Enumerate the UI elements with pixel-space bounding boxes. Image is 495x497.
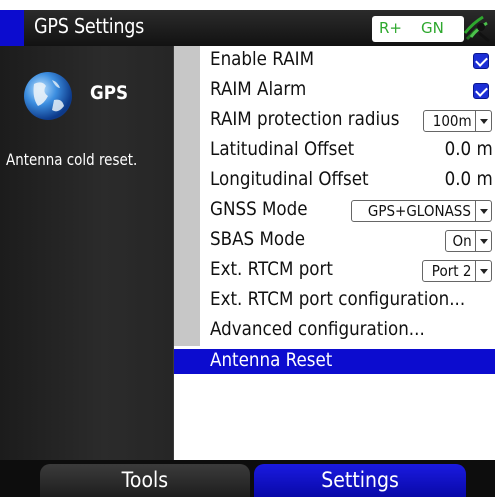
device-name: GPS (90, 82, 129, 104)
app-frame: GPS Settings R+ GN GPS Antenna cold rese… (0, 0, 495, 497)
list-item-advanced-configuration[interactable]: Advanced configuration... (200, 318, 495, 343)
gnss-mode-dropdown[interactable]: GPS+GLONASS (351, 200, 492, 222)
status-indicator: R+ GN (372, 16, 464, 42)
list-item-label: Latitudinal Offset (210, 138, 355, 160)
tab-label: Tools (121, 468, 169, 492)
globe-icon (22, 70, 74, 122)
tab-tools[interactable]: Tools (40, 464, 250, 497)
title-accent (0, 10, 24, 46)
tab-label: Settings (321, 468, 399, 492)
settings-list: Enable RAIM RAIM Alarm RAIM protection r… (174, 46, 495, 460)
enable-raim-checkbox[interactable] (473, 53, 489, 69)
sbas-mode-dropdown[interactable]: On (444, 230, 492, 252)
dropdown-value: On (452, 232, 472, 250)
list-item-label: Ext. RTCM port (210, 258, 333, 280)
tab-settings[interactable]: Settings (254, 464, 466, 497)
list-item-sbas-mode[interactable]: SBAS Mode On (200, 228, 495, 253)
list-item-latitudinal-offset[interactable]: Latitudinal Offset 0.0 m (200, 138, 495, 163)
rtcm-port-dropdown[interactable]: Port 2 (421, 260, 492, 282)
dropdown-value: 100m (432, 112, 472, 130)
raim-alarm-checkbox[interactable] (473, 83, 489, 99)
list-item-label: Ext. RTCM port configuration... (210, 288, 466, 310)
list-item-label: GNSS Mode (210, 198, 308, 220)
dropdown-value: GPS+GLONASS (368, 202, 472, 220)
list-item-ext-rtcm-port-configuration[interactable]: Ext. RTCM port configuration... (200, 288, 495, 313)
list-item-label: RAIM protection radius (210, 108, 400, 130)
list-item-antenna-reset[interactable]: Antenna Reset (174, 349, 495, 374)
list-item-label: Enable RAIM (210, 48, 315, 70)
chevron-down-icon (475, 201, 491, 221)
dropdown-value: Port 2 (431, 262, 472, 280)
list-item-gnss-mode[interactable]: GNSS Mode GPS+GLONASS (200, 198, 495, 223)
page-title: GPS Settings (34, 14, 145, 38)
list-item-enable-raim[interactable]: Enable RAIM (200, 48, 495, 73)
list-item-longitudinal-offset[interactable]: Longitudinal Offset 0.0 m (200, 168, 495, 193)
satellite-icon (463, 13, 493, 43)
chevron-down-icon (475, 261, 491, 281)
chevron-down-icon (475, 111, 491, 131)
raim-radius-dropdown[interactable]: 100m (422, 110, 492, 132)
list-item-label: Advanced configuration... (210, 318, 425, 340)
list-item-raim-alarm[interactable]: RAIM Alarm (200, 78, 495, 103)
device-panel: GPS Antenna cold reset. (0, 46, 174, 460)
status-rplus: R+ (379, 19, 402, 37)
status-message: Antenna cold reset. (6, 150, 138, 169)
list-item-label: Antenna Reset (210, 349, 333, 371)
status-gn: GN (421, 19, 444, 37)
longitudinal-offset-value: 0.0 m (444, 168, 493, 190)
latitudinal-offset-value: 0.0 m (444, 138, 493, 160)
list-item-label: SBAS Mode (210, 228, 306, 250)
list-item-raim-protection-radius[interactable]: RAIM protection radius 100m (200, 108, 495, 133)
title-bar: GPS Settings R+ GN (0, 10, 495, 46)
list-item-ext-rtcm-port[interactable]: Ext. RTCM port Port 2 (200, 258, 495, 283)
tab-bar: Tools Settings (0, 460, 495, 497)
list-item-label: RAIM Alarm (210, 78, 307, 100)
chevron-down-icon (475, 231, 491, 251)
list-item-label: Longitudinal Offset (210, 168, 369, 190)
